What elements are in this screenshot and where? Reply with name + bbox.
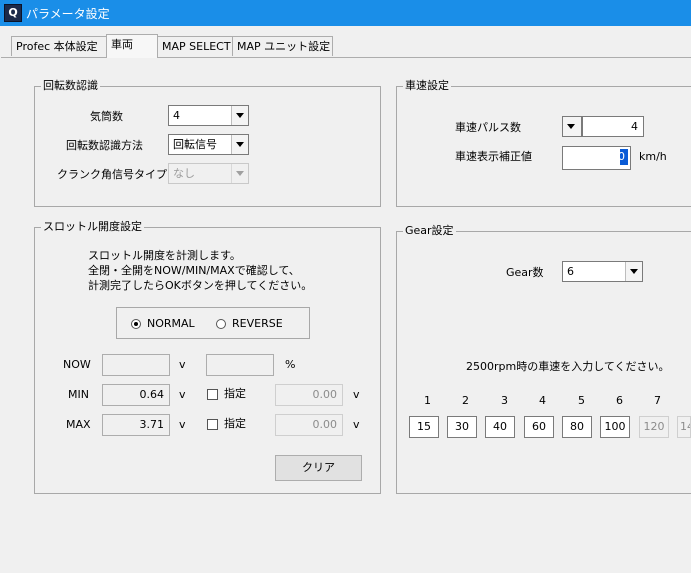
reverse-radio[interactable] [216,319,226,329]
tab-vehicle[interactable]: 車両 [106,34,158,58]
cylinders-select[interactable]: 4 [168,105,249,126]
normal-label[interactable]: NORMAL [147,317,195,331]
gear-number: 2 [462,394,469,407]
min-specify-field: 0.00 [275,384,343,406]
min-specify-unit: v [353,388,360,401]
crank-select: なし [168,163,249,184]
gear-speed-input[interactable]: 30 [447,416,477,438]
direction-group: NORMAL REVERSE [116,307,310,339]
pulse-label: 車速パルス数 [455,121,521,134]
method-label: 回転数認識方法 [66,139,143,152]
tab-label: Profec 本体設定 [16,40,98,53]
cylinders-value: 4 [173,109,180,122]
min-voltage-field: 0.64 [102,384,170,406]
reverse-label[interactable]: REVERSE [232,317,283,331]
throttle-desc-3: 計測完了したらOKボタンを押してください。 [88,279,313,292]
gear-count-value: 6 [567,265,574,278]
max-voltage-unit: v [179,418,186,431]
chevron-down-icon [231,164,248,183]
throttle-group-title: スロットル開度設定 [41,220,144,234]
gear-number: 6 [616,394,623,407]
now-label: NOW [63,358,91,371]
gear-speed-input[interactable]: 60 [524,416,554,438]
max-voltage-field: 3.71 [102,414,170,436]
min-specify-checkbox[interactable] [207,389,218,400]
gear-speed-input-disabled: 120 [639,416,669,438]
method-value: 回転信号 [173,138,217,151]
gear-count-select[interactable]: 6 [562,261,643,282]
speed-group: 車速設定 車速パルス数 4 車速表示補正値 0 km/h [396,79,691,207]
now-percent-field [206,354,274,376]
tab-strip: Profec 本体設定 車両 MAP SELECT MAP ユニット設定 [0,26,691,60]
min-label: MIN [68,388,89,401]
app-icon: Q [4,4,22,22]
gear-speed-input[interactable]: 15 [409,416,439,438]
tab-map-unit-settings[interactable]: MAP ユニット設定 [232,36,333,56]
tab-map-select[interactable]: MAP SELECT [157,36,233,56]
tab-label: 車両 [111,38,133,51]
pulse-dropdown-button[interactable] [562,116,582,137]
max-specify-checkbox[interactable] [207,419,218,430]
speed-unit: km/h [639,150,667,163]
chevron-down-icon[interactable] [563,117,581,136]
gear-number: 4 [539,394,546,407]
gear-group-title: Gear設定 [403,224,456,238]
chevron-down-icon[interactable] [231,106,248,125]
tab-panel: 回転数認識 気筒数 4 回転数認識方法 回転信号 クランク角信号タイプ なし 車… [1,57,691,573]
tab-profec-settings[interactable]: Profec 本体設定 [11,36,107,56]
now-percent-unit: % [285,358,296,371]
correction-label: 車速表示補正値 [455,150,532,163]
max-specify-field: 0.00 [275,414,343,436]
now-voltage-field [102,354,170,376]
speed-group-title: 車速設定 [403,79,451,93]
now-voltage-unit: v [179,358,186,371]
crank-value: なし [173,167,195,180]
chevron-down-icon[interactable] [231,135,248,154]
gear-count-label: Gear数 [506,266,544,279]
rotation-group-title: 回転数認識 [41,79,100,93]
max-specify-label[interactable]: 指定 [224,417,246,431]
normal-radio[interactable] [131,319,141,329]
throttle-desc-2: 全閉・全開をNOW/MIN/MAXで確認して、 [88,264,300,277]
gear-number: 1 [424,394,431,407]
pulse-input[interactable]: 4 [582,116,644,137]
correction-input[interactable]: 0 [562,146,631,170]
rotation-group: 回転数認識 気筒数 4 回転数認識方法 回転信号 クランク角信号タイプ なし [34,79,381,207]
throttle-desc-1: スロットル開度を計測します。 [88,249,241,262]
throttle-group: スロットル開度設定 スロットル開度を計測します。 全閉・全開をNOW/MIN/M… [34,220,381,494]
gear-speed-input[interactable]: 100 [600,416,630,438]
chevron-down-icon[interactable] [625,262,642,281]
gear-number: 3 [501,394,508,407]
max-specify-unit: v [353,418,360,431]
tab-label: MAP ユニット設定 [237,40,331,53]
window-title: パラメータ設定 [26,7,110,21]
crank-label: クランク角信号タイプ [57,168,167,181]
gear-number: 5 [578,394,585,407]
gear-group: Gear設定 Gear数 6 2500rpm時の車速を入力してください。 1 2… [396,224,691,494]
gear-number: 7 [654,394,661,407]
gear-instruction: 2500rpm時の車速を入力してください。 [466,360,670,373]
tab-label: MAP SELECT [162,40,231,53]
gear-speed-input[interactable]: 40 [485,416,515,438]
min-voltage-unit: v [179,388,186,401]
gear-speed-input[interactable]: 80 [562,416,592,438]
min-specify-label[interactable]: 指定 [224,387,246,401]
title-bar: Q パラメータ設定 [0,0,691,26]
method-select[interactable]: 回転信号 [168,134,249,155]
clear-button[interactable]: クリア [275,455,362,481]
gear-speed-input-disabled: 14 [677,416,691,438]
cylinders-label: 気筒数 [90,110,123,123]
max-label: MAX [66,418,91,431]
correction-value: 0 [618,150,625,163]
